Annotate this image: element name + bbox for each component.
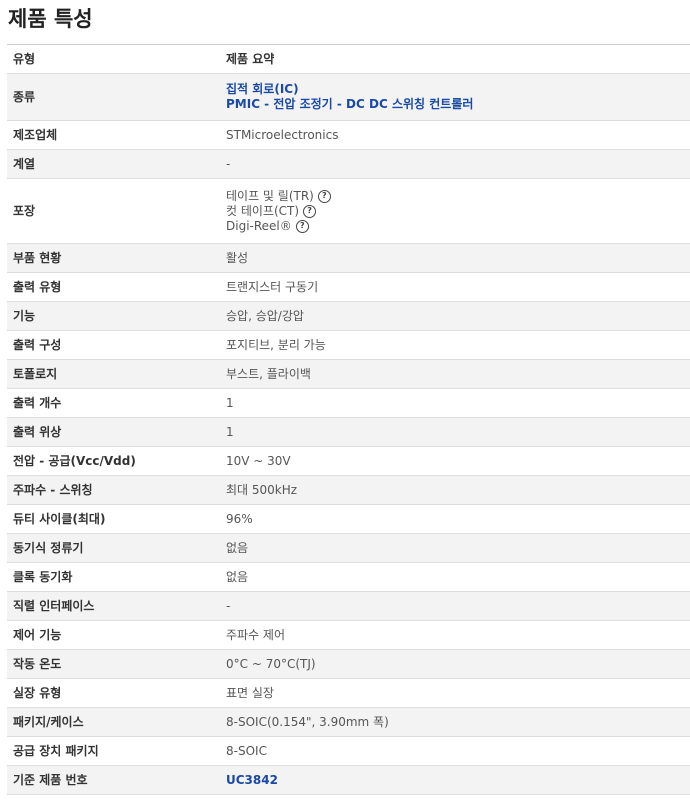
row-value: 0°C ~ 70°C(TJ) bbox=[220, 649, 690, 679]
table-row: 출력 개수 1 bbox=[7, 388, 690, 418]
table-row: 출력 구성 포지티브, 분리 가능 bbox=[7, 330, 690, 360]
row-value: UC3842 bbox=[220, 765, 690, 795]
packaging-option-label: 테이프 및 릴(TR) bbox=[226, 188, 314, 203]
row-label: 전압 - 공급(Vcc/Vdd) bbox=[7, 446, 220, 476]
row-value: 승압, 승압/강압 bbox=[220, 301, 690, 331]
row-category: 종류 집적 회로(IC) PMIC - 전압 조정기 - DC DC 스위칭 컨… bbox=[7, 73, 690, 121]
row-value: 1 bbox=[220, 417, 690, 447]
row-value: 최대 500kHz bbox=[220, 475, 690, 505]
row-label: 출력 구성 bbox=[7, 330, 220, 360]
table-row: 작동 온도 0°C ~ 70°C(TJ) bbox=[7, 649, 690, 679]
table-row: 공급 장치 패키지 8-SOIC bbox=[7, 736, 690, 766]
category-link-pmic[interactable]: PMIC - 전압 조정기 - DC DC 스위칭 컨트롤러 bbox=[226, 97, 690, 112]
row-value: 테이프 및 릴(TR) ? 컷 테이프(CT) ? Digi-Reel® ? bbox=[220, 178, 690, 244]
row-label: 기준 제품 번호 bbox=[7, 765, 220, 795]
row-label: 출력 개수 bbox=[7, 388, 220, 418]
row-label: 클록 동기화 bbox=[7, 562, 220, 592]
row-value: 1 bbox=[220, 388, 690, 418]
row-value: 포지티브, 분리 가능 bbox=[220, 330, 690, 360]
row-value: 트랜지스터 구동기 bbox=[220, 272, 690, 302]
row-label: 주파수 - 스위칭 bbox=[7, 475, 220, 505]
row-value: STMicroelectronics bbox=[220, 120, 690, 150]
row-value: 10V ~ 30V bbox=[220, 446, 690, 476]
row-value: 없음 bbox=[220, 562, 690, 592]
table-row: 출력 유형 트랜지스터 구동기 bbox=[7, 272, 690, 302]
table-row: 출력 위상 1 bbox=[7, 417, 690, 447]
table-row: 패키지/케이스 8-SOIC(0.154", 3.90mm 폭) bbox=[7, 707, 690, 737]
table-row: 듀티 사이클(최대) 96% bbox=[7, 504, 690, 534]
row-manufacturer: 제조업체 STMicroelectronics bbox=[7, 120, 690, 150]
table-row: 직렬 인터페이스 - bbox=[7, 591, 690, 621]
row-label: 동기식 정류기 bbox=[7, 533, 220, 563]
packaging-option-label: Digi-Reel® bbox=[226, 218, 292, 233]
table-header-row: 유형 제품 요약 bbox=[7, 44, 690, 74]
row-label: 공급 장치 패키지 bbox=[7, 736, 220, 766]
table-row: 클록 동기화 없음 bbox=[7, 562, 690, 592]
row-value: 활성 bbox=[220, 243, 690, 273]
table-row: 동기식 정류기 없음 bbox=[7, 533, 690, 563]
row-series: 계열 - bbox=[7, 149, 690, 179]
table-row: 제어 기능 주파수 제어 bbox=[7, 620, 690, 650]
row-value: 8-SOIC bbox=[220, 736, 690, 766]
header-type: 유형 bbox=[7, 44, 220, 74]
row-label: 듀티 사이클(최대) bbox=[7, 504, 220, 534]
table-row: 실장 유형 표면 실장 bbox=[7, 678, 690, 708]
row-base-part-number: 기준 제품 번호 UC3842 bbox=[7, 765, 690, 795]
row-label: 토폴로지 bbox=[7, 359, 220, 389]
row-label: 제어 기능 bbox=[7, 620, 220, 650]
row-value: 없음 bbox=[220, 533, 690, 563]
row-value: 주파수 제어 bbox=[220, 620, 690, 650]
row-label: 계열 bbox=[7, 149, 220, 179]
row-label: 부품 현황 bbox=[7, 243, 220, 273]
table-row: 전압 - 공급(Vcc/Vdd) 10V ~ 30V bbox=[7, 446, 690, 476]
row-label: 포장 bbox=[7, 178, 220, 244]
row-packaging: 포장 테이프 및 릴(TR) ? 컷 테이프(CT) ? Digi-Reel® … bbox=[7, 178, 690, 244]
help-icon[interactable]: ? bbox=[317, 189, 331, 203]
table-row: 기능 승압, 승압/강압 bbox=[7, 301, 690, 331]
row-label: 실장 유형 bbox=[7, 678, 220, 708]
row-label: 기능 bbox=[7, 301, 220, 331]
page-title: 제품 특성 bbox=[8, 7, 93, 31]
header-summary: 제품 요약 bbox=[220, 44, 690, 74]
row-label: 직렬 인터페이스 bbox=[7, 591, 220, 621]
product-attributes-table: 유형 제품 요약 종류 집적 회로(IC) PMIC - 전압 조정기 - DC… bbox=[7, 44, 690, 795]
row-value: 96% bbox=[220, 504, 690, 534]
row-value: 부스트, 플라이백 bbox=[220, 359, 690, 389]
packaging-option: 컷 테이프(CT) ? bbox=[226, 204, 690, 219]
row-value: 집적 회로(IC) PMIC - 전압 조정기 - DC DC 스위칭 컨트롤러 bbox=[220, 73, 690, 121]
row-label: 작동 온도 bbox=[7, 649, 220, 679]
packaging-option: 테이프 및 릴(TR) ? bbox=[226, 189, 690, 204]
base-part-link[interactable]: UC3842 bbox=[226, 773, 690, 788]
packaging-option-label: 컷 테이프(CT) bbox=[226, 203, 300, 218]
table-row: 토폴로지 부스트, 플라이백 bbox=[7, 359, 690, 389]
row-label: 출력 위상 bbox=[7, 417, 220, 447]
help-icon[interactable]: ? bbox=[295, 219, 309, 233]
packaging-option: Digi-Reel® ? bbox=[226, 219, 690, 234]
row-label: 제조업체 bbox=[7, 120, 220, 150]
help-icon[interactable]: ? bbox=[303, 204, 317, 218]
row-label: 출력 유형 bbox=[7, 272, 220, 302]
row-value: 표면 실장 bbox=[220, 678, 690, 708]
row-label: 패키지/케이스 bbox=[7, 707, 220, 737]
row-value: 8-SOIC(0.154", 3.90mm 폭) bbox=[220, 707, 690, 737]
row-label: 종류 bbox=[7, 73, 220, 121]
table-row: 부품 현황 활성 bbox=[7, 243, 690, 273]
table-row: 주파수 - 스위칭 최대 500kHz bbox=[7, 475, 690, 505]
row-value: - bbox=[220, 149, 690, 179]
row-value: - bbox=[220, 591, 690, 621]
category-link-ic[interactable]: 집적 회로(IC) bbox=[226, 82, 690, 97]
